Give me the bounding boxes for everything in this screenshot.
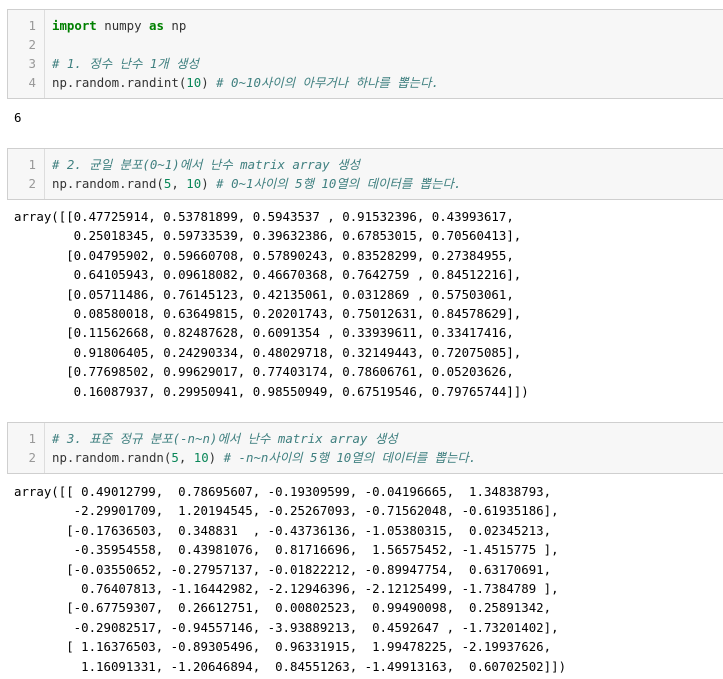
alias-name: np bbox=[171, 18, 187, 33]
code-comment: # 1. 정수 난수 1개 생성 bbox=[52, 56, 199, 71]
line-number: 3 bbox=[28, 56, 36, 71]
number-literal: 10 bbox=[193, 450, 209, 465]
code-editor[interactable]: # 3. 표준 정규 분포(-n~n)에서 난수 matrix array 생성… bbox=[52, 429, 719, 467]
cell-output-3: array([[ 0.49012799, 0.78695607, -0.1930… bbox=[14, 484, 567, 674]
code-separator: , bbox=[178, 450, 194, 465]
line-number: 4 bbox=[28, 75, 36, 90]
code-line: import numpy as np bbox=[52, 16, 719, 35]
line-number: 1 bbox=[28, 157, 36, 172]
code-call-close: ) bbox=[208, 450, 217, 465]
code-comment: # 3. 표준 정규 분포(-n~n)에서 난수 matrix array 생성 bbox=[52, 431, 398, 446]
line-number: 1 bbox=[28, 431, 36, 446]
code-call: np.random.rand( bbox=[52, 176, 164, 191]
code-call-close: ) bbox=[201, 176, 209, 191]
code-call: np.random.randn( bbox=[52, 450, 172, 465]
code-separator: , bbox=[171, 176, 187, 191]
code-cell-2[interactable]: 1 2 # 2. 균일 분포(0~1)에서 난수 matrix array 생성… bbox=[7, 148, 723, 200]
code-line: np.random.randn(5, 10) # -n~n사이의 5행 10열의… bbox=[52, 448, 719, 467]
code-line: # 3. 표준 정규 분포(-n~n)에서 난수 matrix array 생성 bbox=[52, 429, 719, 448]
code-line: # 2. 균일 분포(0~1)에서 난수 matrix array 생성 bbox=[52, 155, 719, 174]
code-call-close: ) bbox=[201, 75, 209, 90]
code-cell-3[interactable]: 1 2 # 3. 표준 정규 분포(-n~n)에서 난수 matrix arra… bbox=[7, 422, 723, 474]
module-name: numpy bbox=[104, 18, 142, 33]
line-number: 1 bbox=[28, 18, 36, 33]
line-number-gutter: 1 2 bbox=[8, 149, 45, 199]
code-editor[interactable]: # 2. 균일 분포(0~1)에서 난수 matrix array 생성 np.… bbox=[52, 155, 719, 193]
code-comment: # 2. 균일 분포(0~1)에서 난수 matrix array 생성 bbox=[52, 157, 360, 172]
line-number: 2 bbox=[28, 37, 36, 52]
code-editor[interactable]: import numpy as np # 1. 정수 난수 1개 생성 np.r… bbox=[52, 16, 719, 92]
code-comment: # 0~1사이의 5행 10열의 데이터를 뽑는다. bbox=[216, 176, 462, 191]
line-number-gutter: 1 2 bbox=[8, 423, 45, 473]
code-line: np.random.randint(10) # 0~10사이의 아무거나 하나를… bbox=[52, 73, 719, 92]
code-line: np.random.rand(5, 10) # 0~1사이의 5행 10열의 데… bbox=[52, 174, 719, 193]
code-cell-1[interactable]: 1 2 3 4 import numpy as np # 1. 정수 난수 1개… bbox=[7, 9, 723, 99]
keyword: as bbox=[149, 18, 164, 33]
line-number: 2 bbox=[28, 176, 36, 191]
cell-output-2: array([[0.47725914, 0.53781899, 0.594353… bbox=[14, 209, 529, 399]
line-number-gutter: 1 2 3 4 bbox=[8, 10, 45, 98]
number-literal: 10 bbox=[186, 75, 202, 90]
code-call: np.random.randint( bbox=[52, 75, 187, 90]
keyword: import bbox=[52, 18, 97, 33]
number-literal: 10 bbox=[186, 176, 202, 191]
code-comment: # -n~n사이의 5행 10열의 데이터를 뽑는다. bbox=[223, 450, 477, 465]
code-line: # 1. 정수 난수 1개 생성 bbox=[52, 54, 719, 73]
code-comment: # 0~10사이의 아무거나 하나를 뽑는다. bbox=[216, 75, 439, 90]
line-number: 2 bbox=[28, 450, 36, 465]
number-literal: 5 bbox=[171, 450, 179, 465]
cell-output-1: 6 bbox=[14, 110, 22, 125]
